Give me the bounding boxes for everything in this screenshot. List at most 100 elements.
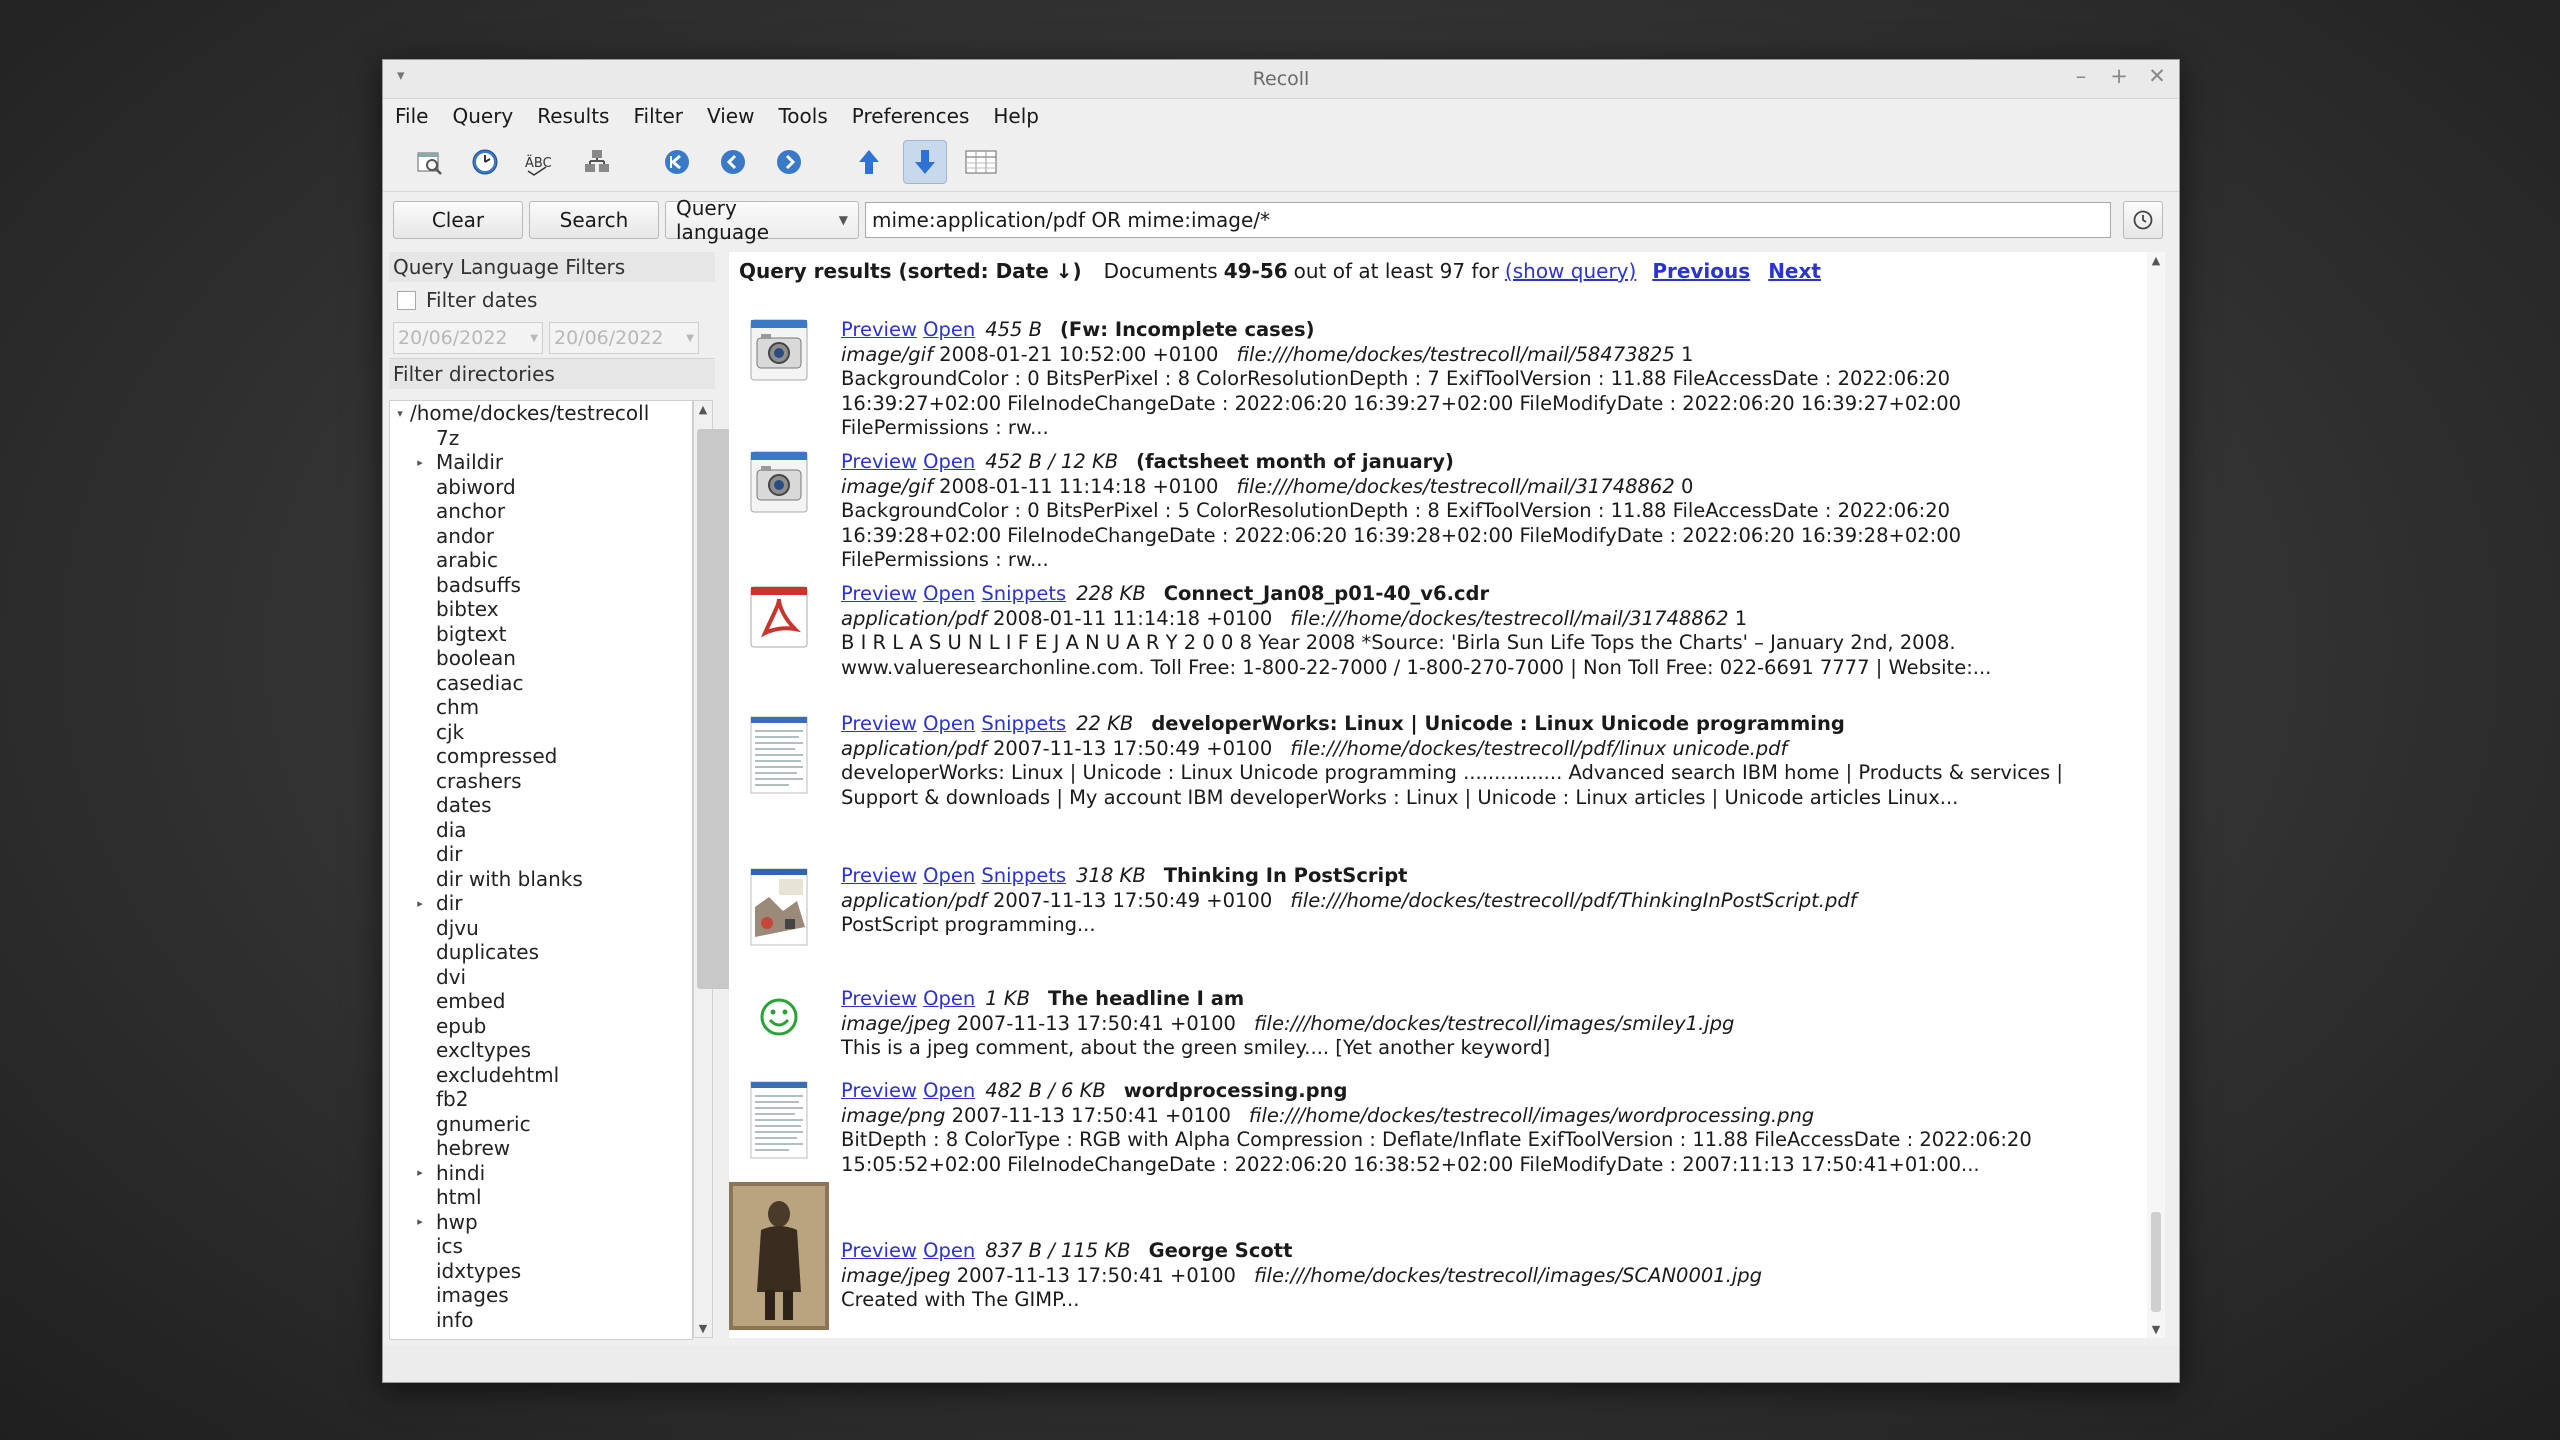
open-link[interactable]: Open	[923, 1079, 975, 1102]
tree-item[interactable]: info	[390, 1308, 692, 1333]
tree-item[interactable]: 7z	[390, 426, 692, 451]
advanced-search-icon[interactable]	[407, 140, 451, 184]
tree-item[interactable]: bibtex	[390, 597, 692, 622]
tree-item[interactable]: gnumeric	[390, 1112, 692, 1137]
close-icon[interactable]: ✕	[2147, 64, 2167, 88]
scroll-up-icon[interactable]: ▲	[694, 403, 712, 416]
tree-item[interactable]: andor	[390, 524, 692, 549]
menu-results[interactable]: Results	[537, 104, 609, 128]
history-icon[interactable]	[463, 140, 507, 184]
next-link[interactable]: Next	[1768, 259, 1821, 283]
snippets-link[interactable]: Snippets	[981, 712, 1066, 735]
expand-arrow-icon[interactable]: ▸	[410, 1166, 430, 1179]
tree-item[interactable]: chm	[390, 695, 692, 720]
tree-item[interactable]: bigtext	[390, 622, 692, 647]
sort-descending-icon[interactable]	[903, 140, 947, 184]
menu-filter[interactable]: Filter	[633, 104, 683, 128]
preview-link[interactable]: Preview	[841, 712, 917, 735]
preview-link[interactable]: Preview	[841, 987, 917, 1010]
expand-arrow-icon[interactable]: ▸	[410, 897, 430, 910]
tree-item[interactable]: compressed	[390, 744, 692, 769]
tree-item[interactable]: dates	[390, 793, 692, 818]
expand-arrow-icon[interactable]: ▸	[410, 1215, 430, 1228]
pdf-thumbnail[interactable]	[729, 585, 829, 680]
tree-item[interactable]: ▸ hindi	[390, 1161, 692, 1186]
photo-thumbnail[interactable]	[729, 1182, 829, 1330]
menu-query[interactable]: Query	[452, 104, 513, 128]
tree-item[interactable]: excltypes	[390, 1038, 692, 1063]
preview-link[interactable]: Preview	[841, 450, 917, 473]
preview-link[interactable]: Preview	[841, 582, 917, 605]
query-history-button[interactable]	[2123, 201, 2163, 239]
search-button[interactable]: Search	[529, 201, 659, 239]
open-link[interactable]: Open	[923, 987, 975, 1010]
snippets-link[interactable]: Snippets	[981, 864, 1066, 887]
first-page-icon[interactable]	[655, 140, 699, 184]
previous-page-icon[interactable]	[711, 140, 755, 184]
tree-scrollbar[interactable]: ▲ ▼	[693, 400, 797, 1338]
tree-item[interactable]: djvu	[390, 916, 692, 941]
preview-link[interactable]: Preview	[841, 864, 917, 887]
previous-link[interactable]: Previous	[1652, 259, 1750, 283]
doc-thumbnail[interactable]	[729, 715, 829, 810]
tree-item[interactable]: anchor	[390, 499, 692, 524]
index-config-icon[interactable]	[575, 140, 619, 184]
open-link[interactable]: Open	[923, 712, 975, 735]
scroll-up-icon[interactable]: ▲	[2147, 254, 2165, 267]
open-link[interactable]: Open	[923, 1239, 975, 1262]
tree-item[interactable]: dia	[390, 818, 692, 843]
menu-tools[interactable]: Tools	[778, 104, 827, 128]
tree-item[interactable]: images	[390, 1283, 692, 1308]
scroll-down-icon[interactable]: ▼	[694, 1322, 712, 1335]
tree-item[interactable]: ▸ dir	[390, 891, 692, 916]
tree-item[interactable]: embed	[390, 989, 692, 1014]
tree-item[interactable]: dir	[390, 842, 692, 867]
tree-item[interactable]: duplicates	[390, 940, 692, 965]
minimize-icon[interactable]: –	[2071, 64, 2091, 88]
tree-item[interactable]: arabic	[390, 548, 692, 573]
tree-item[interactable]: boolean	[390, 646, 692, 671]
tree-item[interactable]: ▸ hwp	[390, 1210, 692, 1235]
show-query-link[interactable]: (show query)	[1505, 259, 1636, 283]
results-scrollbar[interactable]: ▲ ▼	[2147, 252, 2165, 1338]
camera-thumbnail[interactable]	[729, 318, 829, 441]
tree-item[interactable]: abiword	[390, 475, 692, 500]
table-view-icon[interactable]	[959, 140, 1003, 184]
tree-item[interactable]: idxtypes	[390, 1259, 692, 1284]
scroll-down-icon[interactable]: ▼	[2147, 1323, 2165, 1336]
open-link[interactable]: Open	[923, 582, 975, 605]
tree-item[interactable]: hebrew	[390, 1136, 692, 1161]
tree-item[interactable]: excludehtml	[390, 1063, 692, 1088]
clear-button[interactable]: Clear	[393, 201, 523, 239]
smiley-thumbnail[interactable]	[729, 987, 829, 1061]
expand-arrow-icon[interactable]: ▸	[410, 456, 430, 469]
book-thumbnail[interactable]	[729, 867, 829, 947]
tree-item[interactable]: badsuffs	[390, 573, 692, 598]
spelling-icon[interactable]: ÄBC	[519, 140, 563, 184]
scroll-thumb[interactable]	[2151, 1212, 2161, 1312]
collapse-arrow-icon[interactable]: ▾	[390, 407, 410, 420]
date-to-field[interactable]: 20/06/2022 ▼	[549, 322, 699, 354]
sort-ascending-icon[interactable]	[847, 140, 891, 184]
tree-item[interactable]: crashers	[390, 769, 692, 794]
directory-tree[interactable]: ▾ /home/dockes/testrecoll 7z ▸ Maildir abiw…	[389, 400, 693, 1340]
window-menu-icon[interactable]: ▾	[397, 66, 405, 84]
tree-item[interactable]: dir with blanks	[390, 867, 692, 892]
query-input[interactable]: mime:application/pdf OR mime:image/*	[865, 202, 2111, 238]
tree-item[interactable]: epub	[390, 1014, 692, 1039]
preview-link[interactable]: Preview	[841, 1079, 917, 1102]
doc-thumbnail[interactable]	[729, 1080, 829, 1177]
tree-item[interactable]: ▸ Maildir	[390, 450, 692, 475]
maximize-icon[interactable]: +	[2109, 64, 2129, 88]
query-mode-select[interactable]: Query language ▼	[665, 196, 859, 244]
open-link[interactable]: Open	[923, 864, 975, 887]
tree-item[interactable]: fb2	[390, 1087, 692, 1112]
next-page-icon[interactable]	[767, 140, 811, 184]
tree-item[interactable]: html	[390, 1185, 692, 1210]
tree-item[interactable]: dvi	[390, 965, 692, 990]
menu-file[interactable]: File	[395, 104, 428, 128]
preview-link[interactable]: Preview	[841, 1239, 917, 1262]
tree-item[interactable]: ics	[390, 1234, 692, 1259]
open-link[interactable]: Open	[923, 450, 975, 473]
tree-item[interactable]: casediac	[390, 671, 692, 696]
